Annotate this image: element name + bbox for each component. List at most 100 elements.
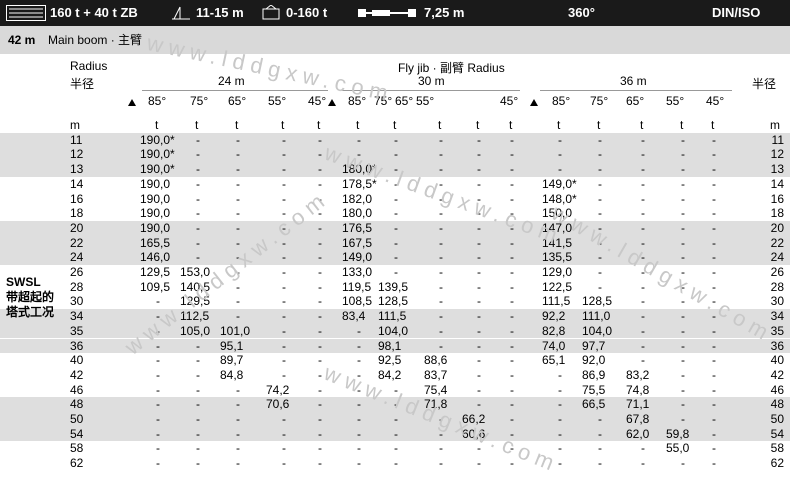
load-cell: - [439, 132, 443, 147]
load-cell: 141,5 [542, 235, 573, 250]
radius-value: 46 [70, 382, 84, 397]
boom-config-bar: 42 m Main boom · 主臂 [0, 26, 790, 54]
load-cell: 59,8 [666, 426, 690, 441]
load-cell: - [641, 323, 645, 338]
radius-cn-right: 半径 [752, 77, 777, 91]
load-cell: 165,5 [140, 235, 171, 250]
load-cell: - [712, 265, 716, 279]
load-cell: - [156, 382, 160, 397]
load-cell: 83,2 [626, 367, 650, 382]
load-cell: - [712, 456, 716, 471]
radius-value-right: 48 [770, 397, 784, 412]
radius-value-right: 14 [770, 176, 784, 191]
load-cell: - [641, 353, 645, 368]
load-cell: 190,0* [140, 147, 175, 162]
load-cell: 190,0 [140, 176, 171, 191]
load-cell: - [394, 250, 398, 265]
load-cell: - [318, 191, 322, 206]
slew-angle: 360° [568, 5, 595, 20]
load-cell: 67,8 [626, 412, 650, 426]
load-cell: - [282, 147, 286, 162]
load-cell: - [282, 426, 286, 441]
load-cell: 104,0 [378, 323, 409, 338]
unit-t: t [155, 118, 159, 132]
load-cell: 135,5 [542, 250, 573, 265]
load-cell: 167,5 [342, 235, 373, 250]
load-cell: - [282, 265, 286, 279]
load-cell: - [196, 176, 200, 191]
radius-value: 36 [70, 338, 84, 353]
table-row: 22 165,5 - - - - 167,5 - - - - 141,5 - - - - 22 [0, 235, 790, 251]
angle-36-55: 55° [666, 94, 685, 108]
load-cell: - [236, 412, 240, 426]
load-cell: - [510, 382, 514, 397]
load-cell: - [318, 147, 322, 162]
load-cell: - [394, 162, 398, 177]
load-cell: - [282, 176, 286, 191]
boom-label: Main boom · 主臂 [48, 33, 143, 47]
load-cell: 147,0 [542, 220, 573, 235]
load-cell: - [196, 206, 200, 221]
swsl-subtitle-1: 带超起的 [6, 290, 55, 304]
load-cell: - [477, 250, 481, 265]
load-cell: - [712, 426, 716, 441]
radius-value-right: 12 [770, 147, 784, 162]
unit-t: t [640, 118, 644, 132]
load-cell: - [156, 353, 160, 368]
load-cell: 112,5 [180, 309, 210, 324]
load-cell: 98,1 [378, 338, 402, 353]
radius-value-right: 34 [770, 309, 784, 324]
load-cell: - [558, 426, 562, 441]
table-row: 30 - 129,5 - - - 108,5 128,5 - - - 111,5 128,5 - - - 30 [0, 294, 790, 309]
unit-row: mtttttttttttttttm [0, 118, 790, 133]
load-cell: 176,5 [342, 220, 373, 235]
load-cell: - [318, 309, 322, 324]
load-cell: 92,5 [378, 353, 402, 368]
radius-value-right: 54 [770, 426, 784, 441]
load-cell: - [394, 382, 398, 397]
load-cell: - [641, 250, 645, 265]
load-cell: - [282, 206, 286, 221]
jib-length-24: 24 m [218, 74, 245, 88]
load-cell: - [236, 397, 240, 412]
radius-value-right: 20 [770, 220, 784, 235]
load-cell: - [477, 191, 481, 206]
load-cell: 65,1 [542, 353, 566, 368]
counterweight-radius-icon [172, 6, 190, 20]
load-cell: - [598, 235, 602, 250]
load-cell: 62,0 [626, 426, 650, 441]
load-cell: - [681, 191, 685, 206]
load-cell: 122,5 [542, 279, 573, 294]
radius-value: 54 [70, 426, 84, 441]
load-cell: - [477, 294, 481, 309]
load-cell: - [357, 367, 361, 382]
load-cell: - [357, 441, 361, 456]
load-cell: - [282, 338, 286, 353]
load-cell: 119,5 [342, 279, 372, 294]
load-cell: 149,0* [542, 176, 577, 191]
load-cell: - [439, 220, 443, 235]
unit-t: t [438, 118, 442, 132]
load-cell: - [712, 412, 716, 426]
load-cell: - [196, 250, 200, 265]
load-cell: - [318, 456, 322, 471]
radius-value: 50 [70, 412, 84, 426]
load-cell: - [394, 191, 398, 206]
table-row: 11 190,0* - - - - - - - - - - - - - - 11 [0, 132, 790, 148]
load-cell: - [282, 367, 286, 382]
load-cell: - [510, 191, 514, 206]
radius-value: 26 [70, 265, 84, 279]
radius-value: 12 [70, 147, 84, 162]
load-cell: - [394, 397, 398, 412]
radius-value: 28 [70, 279, 84, 294]
table-row: 36 - - 95,1 - - - 98,1 - - - 74,0 97,7 - - - 36 [0, 338, 790, 354]
load-cell: - [156, 397, 160, 412]
load-cell: - [510, 235, 514, 250]
load-cell: - [681, 235, 685, 250]
load-cell: - [712, 279, 716, 294]
load-cell: - [196, 220, 200, 235]
radius-value: 22 [70, 235, 84, 250]
load-cell: 190,0 [140, 220, 171, 235]
table-row: 54 - - - - - - - - 60,6 - - - 62,0 59,8 - 54 [0, 426, 790, 442]
load-cell: - [510, 294, 514, 309]
